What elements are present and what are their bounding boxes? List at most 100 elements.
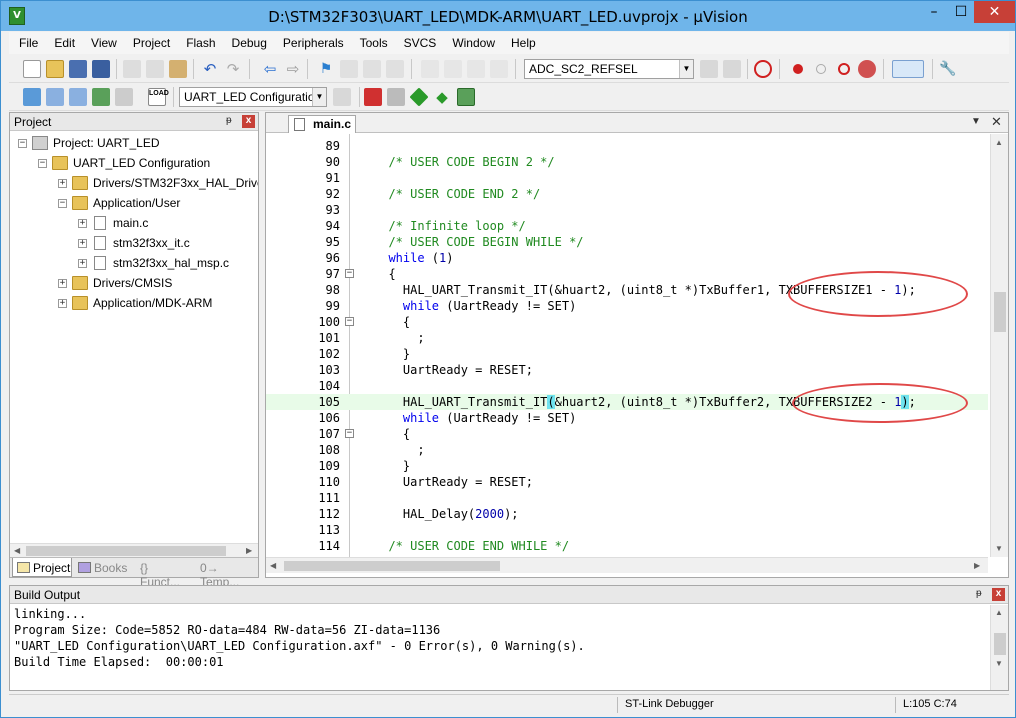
scrollbar-thumb[interactable] (284, 561, 500, 571)
code-text-area[interactable]: 89 90 /* USER CODE BEGIN 2 */91 92 /* USER… (266, 134, 988, 557)
collapse-icon[interactable]: − (38, 159, 47, 168)
code-line[interactable]: 95 /* USER CODE BEGIN WHILE */ (266, 234, 988, 250)
scroll-left-icon[interactable]: ◀ (14, 546, 20, 555)
close-button[interactable]: ✕ (974, 1, 1015, 23)
code-line[interactable]: 103 UartReady = RESET; (266, 362, 988, 378)
scrollbar-thumb[interactable] (994, 633, 1006, 655)
code-line[interactable]: 96 while (1) (266, 250, 988, 266)
menu-peripherals[interactable]: Peripherals (273, 32, 350, 54)
chevron-down-icon[interactable]: ▼ (312, 88, 326, 106)
expand-icon[interactable]: + (58, 179, 67, 188)
close-panel-button[interactable]: x (242, 115, 255, 128)
fold-toggle-icon[interactable]: − (345, 429, 354, 438)
tab-project[interactable]: Project (12, 558, 72, 577)
menu-project[interactable]: Project (123, 32, 176, 54)
manage-project-items-icon[interactable] (364, 88, 382, 106)
editor-hscrollbar[interactable]: ◀ ▶ (266, 557, 988, 573)
build-icon[interactable] (46, 88, 64, 106)
editor-vscrollbar[interactable]: ▲ ▼ (990, 134, 1008, 557)
redo-icon[interactable]: ↷ (224, 60, 242, 78)
code-line[interactable]: 94 /* Infinite loop */ (266, 218, 988, 234)
target-options-icon[interactable] (333, 88, 351, 106)
load-download-icon[interactable]: LOAD (148, 88, 169, 106)
code-line[interactable]: 92 /* USER CODE END 2 */ (266, 186, 988, 202)
window-layout-icon[interactable] (892, 60, 924, 78)
expand-icon[interactable]: + (58, 299, 67, 308)
expand-icon[interactable]: + (78, 259, 87, 268)
close-tab-icon[interactable]: ✕ (991, 114, 1002, 130)
cut-icon[interactable] (123, 60, 141, 78)
scroll-right-icon[interactable]: ▶ (246, 546, 252, 555)
code-line[interactable]: 90 /* USER CODE BEGIN 2 */ (266, 154, 988, 170)
menu-window[interactable]: Window (442, 32, 501, 54)
maximize-button[interactable]: ☐ (948, 1, 974, 23)
code-line[interactable]: 102 } (266, 346, 988, 362)
chevron-down-icon[interactable]: ▼ (679, 60, 693, 78)
menu-debug[interactable]: Debug (222, 32, 273, 54)
menu-file[interactable]: File (9, 32, 44, 54)
indent-icon[interactable] (421, 60, 439, 78)
select-packs-icon[interactable] (387, 88, 405, 106)
build-output-vscrollbar[interactable]: ▲ ▼ (990, 605, 1008, 690)
incremental-find-icon[interactable] (723, 60, 741, 78)
expand-icon[interactable]: + (78, 239, 87, 248)
scrollbar-thumb[interactable] (994, 292, 1006, 332)
code-line[interactable]: 111 (266, 490, 988, 506)
scrollbar-thumb[interactable] (26, 546, 226, 556)
pin-icon[interactable]: ᵽ (976, 588, 982, 599)
batch-build-icon[interactable] (92, 88, 110, 106)
menu-help[interactable]: Help (501, 32, 542, 54)
disable-breakpoints-icon[interactable] (838, 63, 850, 75)
menu-flash[interactable]: Flash (176, 32, 221, 54)
collapse-icon[interactable]: − (58, 199, 67, 208)
next-bookmark-icon[interactable] (363, 60, 381, 78)
code-line[interactable]: 89 (266, 138, 988, 154)
code-line[interactable]: 112 HAL_Delay(2000); (266, 506, 988, 522)
menu-svcs[interactable]: SVCS (394, 32, 443, 54)
stop-build-icon[interactable] (115, 88, 133, 106)
new-file-icon[interactable] (23, 60, 41, 78)
prev-bookmark-icon[interactable] (340, 60, 358, 78)
clear-bookmarks-icon[interactable] (386, 60, 404, 78)
tab-main-c[interactable]: main.c (288, 115, 356, 133)
menu-view[interactable]: View (81, 32, 123, 54)
code-line[interactable]: 91 (266, 170, 988, 186)
minimize-button[interactable]: – (920, 1, 948, 23)
paste-icon[interactable] (169, 60, 187, 78)
target-select[interactable]: UART_LED Configuration ▼ (179, 87, 327, 107)
scroll-down-icon[interactable]: ▼ (995, 659, 1003, 668)
copy-icon[interactable] (146, 60, 164, 78)
open-folder-icon[interactable] (46, 60, 64, 78)
pack-installer-icon[interactable] (409, 87, 429, 107)
code-line[interactable]: 101 ; (266, 330, 988, 346)
code-line[interactable]: 114 /* USER CODE END WHILE */ (266, 538, 988, 554)
tab-dropdown-icon[interactable]: ▼ (971, 116, 981, 127)
insert-breakpoint-icon[interactable] (793, 64, 803, 74)
code-line[interactable]: 113 (266, 522, 988, 538)
rebuild-icon[interactable] (69, 88, 87, 106)
navigate-back-icon[interactable]: ⇦ (261, 60, 279, 78)
comment-icon[interactable] (467, 60, 485, 78)
save-all-icon[interactable] (92, 60, 110, 78)
expand-icon[interactable]: + (58, 279, 67, 288)
menu-edit[interactable]: Edit (44, 32, 81, 54)
software-components-icon[interactable]: ◆ (433, 88, 451, 106)
collapse-icon[interactable]: − (18, 139, 27, 148)
fold-toggle-icon[interactable]: − (345, 269, 354, 278)
enable-breakpoint-icon[interactable] (816, 64, 826, 74)
expand-icon[interactable]: + (78, 219, 87, 228)
menu-tools[interactable]: Tools (350, 32, 394, 54)
code-line[interactable]: 93 (266, 202, 988, 218)
scroll-right-icon[interactable]: ▶ (974, 561, 980, 570)
code-line[interactable]: 110 UartReady = RESET; (266, 474, 988, 490)
tab-functions[interactable]: {} Funct... (134, 558, 192, 589)
runtime-environment-icon[interactable] (457, 88, 475, 106)
scroll-up-icon[interactable]: ▲ (995, 608, 1003, 617)
scroll-up-icon[interactable]: ▲ (995, 138, 1003, 147)
code-line[interactable]: 108 ; (266, 442, 988, 458)
unindent-icon[interactable] (444, 60, 462, 78)
tab-books[interactable]: Books (74, 558, 132, 577)
find-combo[interactable]: ADC_SC2_REFSEL ▼ (524, 59, 694, 79)
code-line[interactable]: 107− { (266, 426, 988, 442)
undo-icon[interactable]: ↶ (201, 60, 219, 78)
